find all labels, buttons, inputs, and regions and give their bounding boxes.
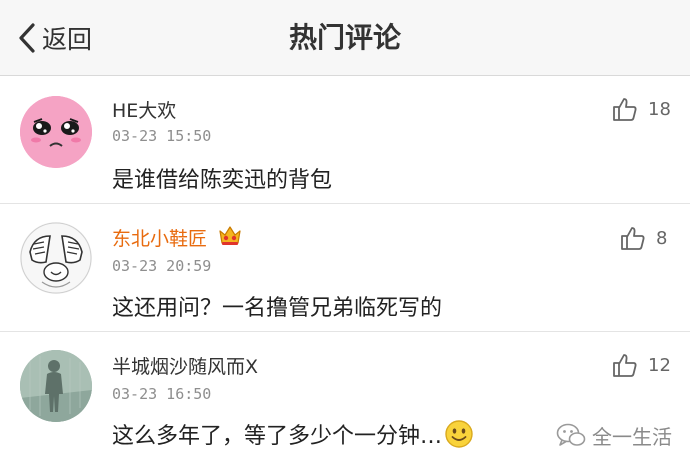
username[interactable]: 半城烟沙随风而X xyxy=(112,352,258,379)
like-count: 18 xyxy=(648,98,671,120)
username[interactable]: 东北小鞋匠 xyxy=(112,223,243,252)
comment-text: 这还用问？一名撸管兄弟临死写的 xyxy=(112,296,443,321)
comment-text: 是谁借给陈奕迅的背包 xyxy=(112,168,333,193)
nav-bar: 返回 热门评论 xyxy=(0,0,690,76)
like-button[interactable]: 12 xyxy=(612,352,671,378)
page-title: 热门评论 xyxy=(288,21,401,54)
comment-time: 03-23 20:59 xyxy=(112,257,212,275)
like-button[interactable]: 8 xyxy=(620,225,667,251)
comment-text: 这么多年了，等了多少个一分钟… xyxy=(112,418,474,450)
like-count: 8 xyxy=(656,227,668,249)
like-count: 12 xyxy=(648,354,671,376)
comment-text-label: 这么多年了，等了多少个一分钟… xyxy=(112,424,443,449)
comment-item: 东北小鞋匠 03-23 20:59 这还用问？一名撸管兄弟临死写的 8 xyxy=(0,204,690,332)
username[interactable]: HE大欢 xyxy=(112,96,176,123)
username-label: 半城烟沙随风而X xyxy=(112,356,259,378)
watermark-label: 全一生活 xyxy=(592,425,672,449)
avatar[interactable] xyxy=(20,96,92,168)
avatar[interactable] xyxy=(20,222,92,294)
username-label: HE大欢 xyxy=(112,100,177,122)
cartoon-covering-face-icon xyxy=(20,222,92,294)
thumbs-up-icon xyxy=(613,98,637,121)
avatar[interactable] xyxy=(20,350,92,422)
username-label: 东北小鞋匠 xyxy=(112,228,208,250)
like-button[interactable]: 18 xyxy=(612,96,671,122)
back-label: 返回 xyxy=(42,25,93,54)
chevron-left-icon xyxy=(19,23,35,53)
vip-crown-icon xyxy=(217,223,243,252)
smile-emoji-icon xyxy=(445,420,473,448)
thumbs-up-icon xyxy=(613,354,637,377)
wechat-icon xyxy=(556,423,586,446)
thumbs-up-icon xyxy=(621,227,645,250)
watermark: 全一生活 xyxy=(556,421,672,450)
comment-item: HE大欢 03-23 15:50 是谁借给陈奕迅的背包 18 xyxy=(0,76,690,204)
comment-time: 03-23 16:50 xyxy=(112,385,212,403)
comment-time: 03-23 15:50 xyxy=(112,127,212,145)
pink-crying-face-icon xyxy=(20,96,92,168)
back-button[interactable]: 返回 xyxy=(18,18,92,58)
silhouette-shadow-icon xyxy=(20,350,92,422)
